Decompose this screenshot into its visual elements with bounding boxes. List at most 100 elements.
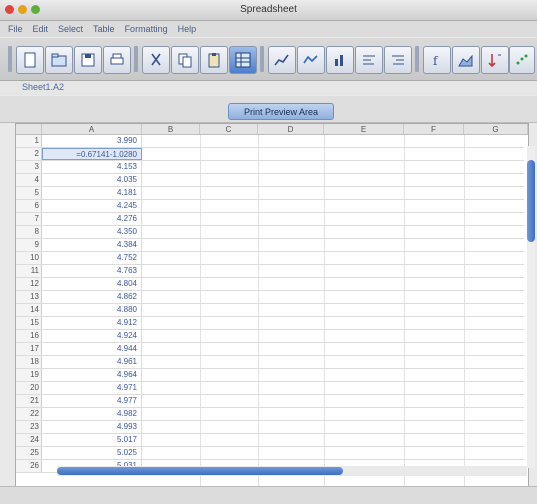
area-chart-icon bbox=[458, 54, 473, 67]
column-header-c[interactable]: C bbox=[200, 124, 258, 135]
horizontal-scroll-thumb[interactable] bbox=[57, 467, 343, 475]
column-header-g[interactable]: G bbox=[464, 124, 528, 135]
scatter-chart-button[interactable] bbox=[509, 46, 535, 74]
row-header[interactable]: 14 bbox=[16, 304, 42, 316]
cell-a[interactable]: 4.350 bbox=[42, 226, 142, 238]
cell-a[interactable]: 4.944 bbox=[42, 343, 142, 355]
row-header[interactable]: 24 bbox=[16, 434, 42, 446]
row-header[interactable]: 16 bbox=[16, 330, 42, 342]
align-right-icon bbox=[392, 55, 404, 65]
cell-a[interactable]: 4.181 bbox=[42, 187, 142, 199]
row-header[interactable]: 21 bbox=[16, 395, 42, 407]
cell-a[interactable]: 4.977 bbox=[42, 395, 142, 407]
row-header[interactable]: 3 bbox=[16, 161, 42, 173]
menu-help[interactable]: Help bbox=[178, 24, 197, 34]
spreadsheet-grid[interactable]: A B C D E F G 1 3.990 2 =0.67141-1.0280 3 4.1… bbox=[15, 123, 529, 488]
row-header[interactable]: 5 bbox=[16, 187, 42, 199]
open-button[interactable] bbox=[45, 46, 73, 74]
row-header[interactable]: 1 bbox=[16, 135, 42, 147]
chart-button[interactable] bbox=[268, 46, 296, 74]
cell-a[interactable]: 4.961 bbox=[42, 356, 142, 368]
column-header-d[interactable]: D bbox=[258, 124, 324, 135]
svg-text:f: f bbox=[433, 54, 439, 68]
row-header[interactable]: 2 bbox=[16, 148, 42, 160]
row-header[interactable]: 19 bbox=[16, 369, 42, 381]
cell-a[interactable]: 4.964 bbox=[42, 369, 142, 381]
print-preview-area-tab[interactable]: Print Preview Area bbox=[228, 103, 334, 120]
row-header[interactable]: 9 bbox=[16, 239, 42, 251]
cell-a[interactable]: 4.276 bbox=[42, 213, 142, 225]
horizontal-scrollbar[interactable] bbox=[57, 466, 527, 476]
cell-a[interactable]: 4.245 bbox=[42, 200, 142, 212]
toolbar: f bbox=[0, 38, 537, 81]
cell-a[interactable]: 4.384 bbox=[42, 239, 142, 251]
cell-a[interactable]: 4.924 bbox=[42, 330, 142, 342]
row-header[interactable]: 26 bbox=[16, 460, 42, 472]
cell-a[interactable]: 4.862 bbox=[42, 291, 142, 303]
row-header[interactable]: 18 bbox=[16, 356, 42, 368]
cell-a[interactable]: 4.752 bbox=[42, 252, 142, 264]
cell-a[interactable]: 5.017 bbox=[42, 434, 142, 446]
area-chart-button[interactable] bbox=[452, 46, 480, 74]
corner-header[interactable] bbox=[16, 124, 42, 135]
column-header-f[interactable]: F bbox=[404, 124, 464, 135]
line-chart-icon bbox=[303, 55, 318, 64]
align-left-button[interactable] bbox=[355, 46, 383, 74]
cell-a[interactable]: 4.035 bbox=[42, 174, 142, 186]
cell-a[interactable]: 3.990 bbox=[42, 135, 142, 147]
paste-button[interactable] bbox=[200, 46, 228, 74]
bar-chart-button[interactable] bbox=[326, 46, 354, 74]
row-header[interactable]: 15 bbox=[16, 317, 42, 329]
sort-button[interactable] bbox=[481, 46, 509, 74]
cell-a[interactable]: 4.912 bbox=[42, 317, 142, 329]
row-header[interactable]: 22 bbox=[16, 408, 42, 420]
column-header-e[interactable]: E bbox=[324, 124, 404, 135]
menu-select[interactable]: Select bbox=[58, 24, 83, 34]
row-header[interactable]: 12 bbox=[16, 278, 42, 290]
row-header[interactable]: 23 bbox=[16, 421, 42, 433]
row-header[interactable]: 11 bbox=[16, 265, 42, 277]
align-right-button[interactable] bbox=[384, 46, 412, 74]
row-header[interactable]: 4 bbox=[16, 174, 42, 186]
row-header[interactable]: 7 bbox=[16, 213, 42, 225]
row-header[interactable]: 20 bbox=[16, 382, 42, 394]
table-button[interactable] bbox=[229, 46, 257, 74]
table-row: 3 4.153 bbox=[16, 161, 524, 174]
print-button[interactable] bbox=[103, 46, 131, 74]
vertical-scroll-thumb[interactable] bbox=[527, 160, 535, 242]
cut-button[interactable] bbox=[142, 46, 170, 74]
table-row: 12 4.804 bbox=[16, 278, 524, 291]
new-document-button[interactable] bbox=[16, 46, 44, 74]
cell-a[interactable]: 4.982 bbox=[42, 408, 142, 420]
row-header[interactable]: 13 bbox=[16, 291, 42, 303]
cell-a[interactable]: 4.971 bbox=[42, 382, 142, 394]
cell-a[interactable]: 5.025 bbox=[42, 447, 142, 459]
menu-file[interactable]: File bbox=[8, 24, 23, 34]
function-button[interactable]: f bbox=[423, 46, 451, 74]
cell-a[interactable]: 4.763 bbox=[42, 265, 142, 277]
cell-a[interactable]: 4.153 bbox=[42, 161, 142, 173]
cell-a[interactable]: 4.880 bbox=[42, 304, 142, 316]
table-row: 20 4.971 bbox=[16, 382, 524, 395]
cell-reference[interactable]: Sheet1.A2 bbox=[22, 82, 64, 92]
line-chart-button[interactable] bbox=[297, 46, 325, 74]
column-header-a[interactable]: A bbox=[42, 124, 142, 135]
row-header[interactable]: 8 bbox=[16, 226, 42, 238]
copy-button[interactable] bbox=[171, 46, 199, 74]
row-header[interactable]: 17 bbox=[16, 343, 42, 355]
save-button[interactable] bbox=[74, 46, 102, 74]
row-header[interactable]: 6 bbox=[16, 200, 42, 212]
cell-a[interactable]: 4.993 bbox=[42, 421, 142, 433]
function-icon: f bbox=[433, 54, 439, 68]
column-header-b[interactable]: B bbox=[142, 124, 200, 135]
vertical-scrollbar[interactable] bbox=[527, 146, 535, 468]
menu-formatting[interactable]: Formatting bbox=[125, 24, 168, 34]
table-row: 1 3.990 bbox=[16, 135, 524, 148]
selected-cell[interactable]: =0.67141-1.0280 bbox=[42, 148, 142, 160]
menu-edit[interactable]: Edit bbox=[33, 24, 49, 34]
row-header[interactable]: 25 bbox=[16, 447, 42, 459]
menu-table[interactable]: Table bbox=[93, 24, 115, 34]
row-header[interactable]: 10 bbox=[16, 252, 42, 264]
toolbar-separator bbox=[8, 46, 12, 72]
cell-a[interactable]: 4.804 bbox=[42, 278, 142, 290]
